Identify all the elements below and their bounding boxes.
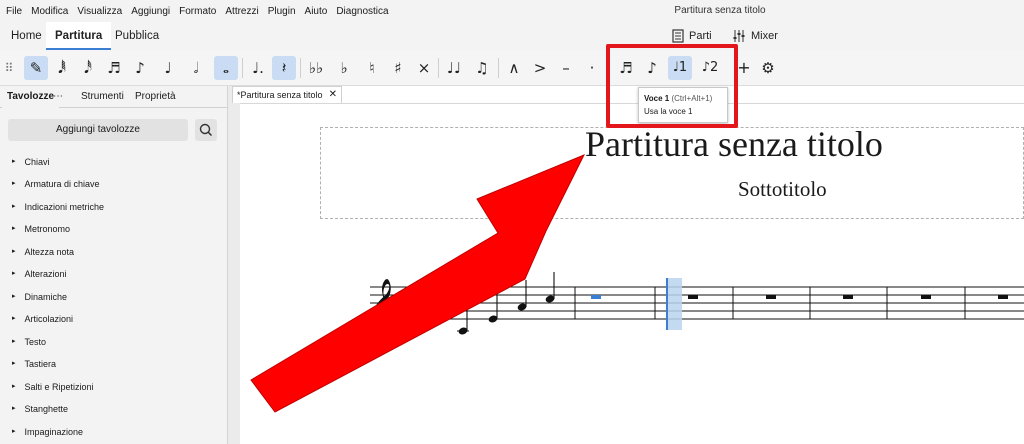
annotation-arrow: [250, 154, 586, 413]
